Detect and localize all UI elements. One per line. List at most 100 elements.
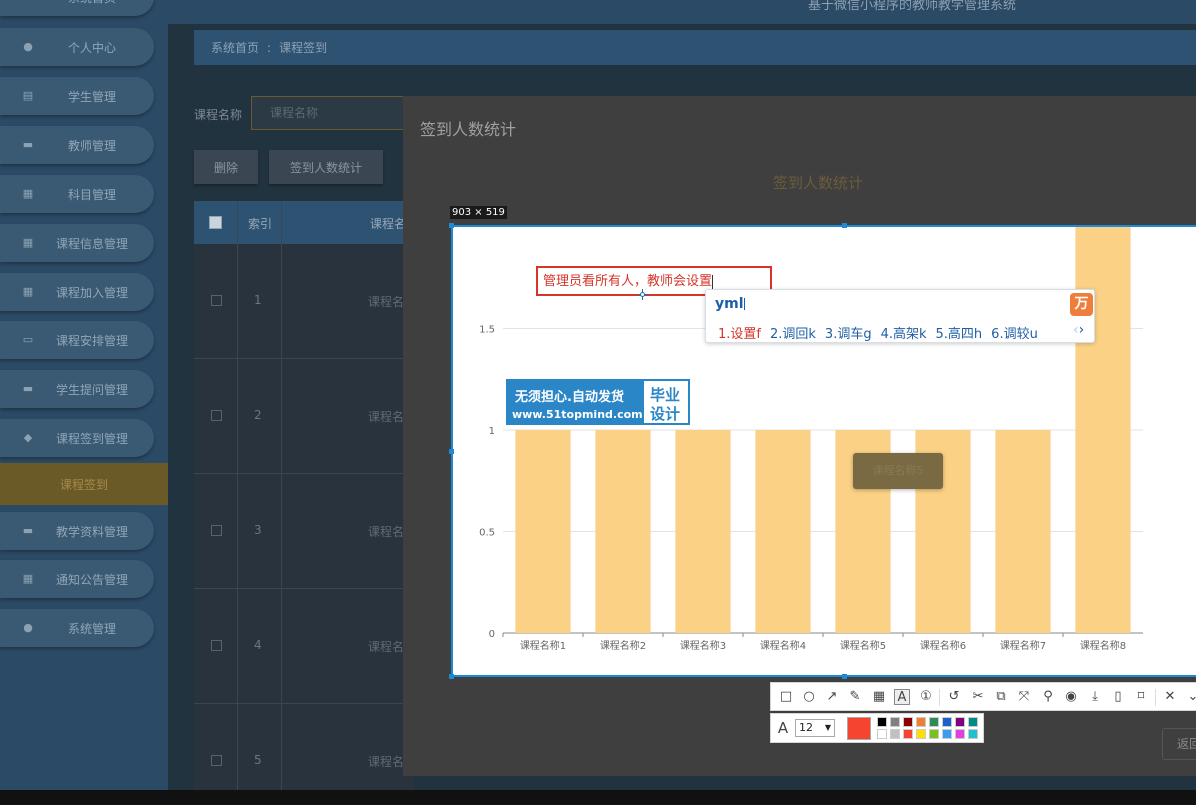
row-checkbox[interactable] <box>211 295 222 306</box>
resize-handle-left[interactable] <box>449 449 454 454</box>
dialog-title: 签到人数统计 <box>420 120 517 139</box>
sidebar-item-5[interactable]: ▦ 科目管理 <box>0 175 154 213</box>
sidebar-item-13[interactable]: ● 系统管理 <box>0 609 154 647</box>
ime-candidate[interactable]: 3.调车g <box>825 327 872 342</box>
rectangle-tool-icon[interactable]: □ <box>778 689 794 705</box>
sidebar-item-11[interactable]: ▬ 教学资料管理 <box>0 512 154 550</box>
text-tool-icon[interactable]: A <box>894 689 910 705</box>
color-swatch[interactable] <box>890 729 900 739</box>
close-icon[interactable]: ✕ <box>1162 689 1178 705</box>
arrow-tool-icon[interactable]: ↗ <box>824 689 840 705</box>
signin-stats-button[interactable]: 签到人数统计 <box>269 150 383 184</box>
search-input[interactable]: 课程名称 <box>251 96 411 130</box>
row-checkbox[interactable] <box>211 410 222 421</box>
ime-candidate-list: 1.设置f 2.调回k 3.调车g 4.高架k 5.高四h 6.调较u <box>718 323 1047 342</box>
bar[interactable] <box>1075 227 1131 633</box>
resize-handle-bottom[interactable] <box>842 674 847 679</box>
color-swatch[interactable] <box>916 717 926 727</box>
color-swatch[interactable] <box>916 729 926 739</box>
y-tick-label: 0 <box>489 629 495 640</box>
select-all-checkbox[interactable] <box>209 216 222 229</box>
color-swatch[interactable] <box>890 717 900 727</box>
ellipse-tool-icon[interactable]: ○ <box>801 689 817 705</box>
number-tool-icon[interactable]: ① <box>918 689 934 705</box>
ime-candidate[interactable]: 5.高四h <box>936 327 983 342</box>
row-checkbox[interactable] <box>211 525 222 536</box>
color-swatch[interactable] <box>955 717 965 727</box>
sidebar-item-3[interactable]: ▤ 学生管理 <box>0 77 154 115</box>
color-swatch[interactable] <box>929 729 939 739</box>
sidebar-item-8[interactable]: ▭ 课程安排管理 <box>0 321 154 359</box>
table-row[interactable]: 3 课程名 <box>194 474 414 589</box>
selection-size-label: 903 × 519 <box>450 206 507 219</box>
color-swatch[interactable] <box>877 729 887 739</box>
sidebar-item-6[interactable]: ▦ 课程信息管理 <box>0 224 154 262</box>
move-crosshair-icon[interactable] <box>637 289 648 300</box>
monitor-icon: ▬ <box>22 138 34 151</box>
ime-candidate[interactable]: 6.调较u <box>991 327 1038 342</box>
column-divider <box>237 201 238 791</box>
mosaic-tool-icon[interactable]: ▦ <box>871 689 887 705</box>
ocr-icon[interactable]: ⧉ <box>993 689 1009 705</box>
bookmark-icon[interactable]: ⌑ <box>1133 689 1149 705</box>
color-swatch[interactable] <box>968 717 978 727</box>
sidebar-item-4[interactable]: ▬ 教师管理 <box>0 126 154 164</box>
resize-handle-top[interactable] <box>842 223 847 228</box>
color-swatch[interactable] <box>903 729 913 739</box>
ime-candidate[interactable]: 2.调回k <box>770 327 816 342</box>
table-row[interactable]: 1 课程名 <box>194 244 414 359</box>
x-tick-label: 课程名称5 <box>840 639 886 652</box>
pen-tool-icon[interactable]: ✎ <box>847 689 863 705</box>
table-row[interactable]: 2 课程名 <box>194 359 414 474</box>
back-button[interactable]: 返回 <box>1162 728 1196 760</box>
color-swatch[interactable] <box>903 717 913 727</box>
bar[interactable] <box>675 430 731 633</box>
color-swatch[interactable] <box>968 729 978 739</box>
x-tick-label: 课程名称3 <box>680 639 726 652</box>
breadcrumb-home[interactable]: 系统首页 <box>211 39 259 56</box>
grid-icon: ▦ <box>22 285 34 298</box>
sidebar-item-label: 课程安排管理 <box>55 333 128 348</box>
translate-icon[interactable]: ⤧ <box>1016 689 1032 705</box>
sidebar-item-9[interactable]: ▬ 学生提问管理 <box>0 370 154 408</box>
color-swatch[interactable] <box>929 717 939 727</box>
cut-icon[interactable]: ✂ <box>970 689 986 705</box>
ime-candidate[interactable]: 1.设置f <box>718 327 761 342</box>
sidebar-item-12[interactable]: ▦ 通知公告管理 <box>0 560 154 598</box>
color-swatch[interactable] <box>942 717 952 727</box>
x-tick-label: 课程名称4 <box>760 639 806 652</box>
ime-next-icon[interactable]: › <box>1079 322 1085 338</box>
resize-handle-bottom-left[interactable] <box>449 674 454 679</box>
sidebar-item-2[interactable]: ● 个人中心 <box>0 28 154 66</box>
bar[interactable] <box>755 430 811 633</box>
record-icon[interactable]: ◉ <box>1063 689 1079 705</box>
font-size-select[interactable]: 12 ▼ <box>795 719 835 737</box>
bar[interactable] <box>995 430 1051 633</box>
delete-button[interactable]: 删除 <box>194 150 258 184</box>
sidebar-item-7[interactable]: ▦ 课程加入管理 <box>0 273 154 311</box>
sidebar-item-1[interactable]: ⌂ 系统首页 <box>0 0 154 16</box>
screen: ⌂ 系统首页 ● 个人中心 ▤ 学生管理 ▬ 教师管理 ▦ 科目管理 ▦ 课程信息管理 ▦ 课程加入管理 ▭… <box>0 0 1196 805</box>
resize-handle-top-left[interactable] <box>449 223 454 228</box>
sidebar-subitem-course-signin[interactable]: 课程签到 <box>0 463 168 505</box>
row-checkbox[interactable] <box>211 640 222 651</box>
current-color-swatch[interactable] <box>847 717 871 740</box>
undo-icon[interactable]: ↺ <box>946 689 962 705</box>
color-swatch[interactable] <box>877 717 887 727</box>
phone-icon[interactable]: ▯ <box>1110 689 1126 705</box>
bar[interactable] <box>515 430 571 633</box>
sidebar-item-10[interactable]: ◆ 课程签到管理 <box>0 419 154 457</box>
x-tick-label: 课程名称7 <box>1000 639 1046 652</box>
table-row[interactable]: 4 课程名 <box>194 589 414 704</box>
download-icon[interactable]: ⤓ <box>1087 689 1103 705</box>
row-checkbox[interactable] <box>211 755 222 766</box>
chevron-down-icon[interactable]: ⌄ <box>1185 689 1196 705</box>
home-icon: ⌂ <box>22 0 34 3</box>
chat-icon: ▬ <box>22 524 34 537</box>
bar[interactable] <box>595 430 651 633</box>
ime-candidate[interactable]: 4.高架k <box>881 327 927 342</box>
pin-icon[interactable]: ⚲ <box>1040 689 1056 705</box>
color-swatch[interactable] <box>955 729 965 739</box>
color-swatch[interactable] <box>942 729 952 739</box>
row-index: 3 <box>254 523 262 537</box>
